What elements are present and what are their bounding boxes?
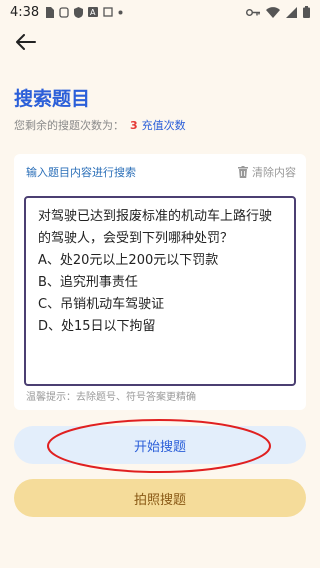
remaining-count: 3	[130, 119, 138, 132]
status-icons-right	[246, 6, 310, 18]
status-bar: 4:38 A	[0, 0, 320, 24]
key-icon	[246, 8, 260, 16]
battery-icon	[303, 6, 310, 18]
shield-icon	[74, 6, 84, 18]
status-icons-left: A	[45, 6, 123, 18]
search-tip: 温馨提示：去除题号、符号答案更精确	[26, 392, 196, 403]
app-icon	[103, 7, 113, 17]
dot-icon	[118, 10, 123, 14]
wifi-icon	[266, 6, 280, 18]
photo-search-button[interactable]: 拍照搜题	[14, 479, 306, 517]
notification-icon	[59, 6, 69, 18]
remaining-label: 您剩余的搜题次数为：	[14, 119, 124, 132]
search-card-header: 输入题目内容进行搜索 清除内容	[14, 154, 306, 190]
clear-content-button[interactable]: 清除内容	[238, 164, 296, 180]
search-card: 输入题目内容进行搜索 清除内容 对驾驶已达到报废标准的机动车上路行驶的驾驶人，会…	[14, 154, 306, 410]
remaining-count-row: 您剩余的搜题次数为： 3 充值次数	[14, 117, 186, 133]
svg-text:A: A	[90, 8, 96, 17]
back-button[interactable]	[12, 30, 40, 54]
search-card-label: 输入题目内容进行搜索	[26, 166, 136, 179]
status-time: 4:38	[10, 4, 40, 20]
sim-icon	[46, 6, 55, 18]
recharge-link[interactable]: 充值次数	[142, 117, 186, 133]
question-input[interactable]: 对驾驶已达到报废标准的机动车上路行驶的驾驶人，会受到下列哪种处罚？ A、处20元…	[24, 196, 296, 386]
page-title: 搜索题目	[14, 88, 91, 110]
signal-icon	[286, 6, 297, 18]
trash-icon	[238, 166, 248, 178]
start-search-button[interactable]: 开始搜题	[14, 426, 306, 464]
a-icon: A	[88, 7, 99, 17]
arrow-left-icon	[16, 34, 36, 50]
clear-content-label: 清除内容	[252, 166, 296, 179]
